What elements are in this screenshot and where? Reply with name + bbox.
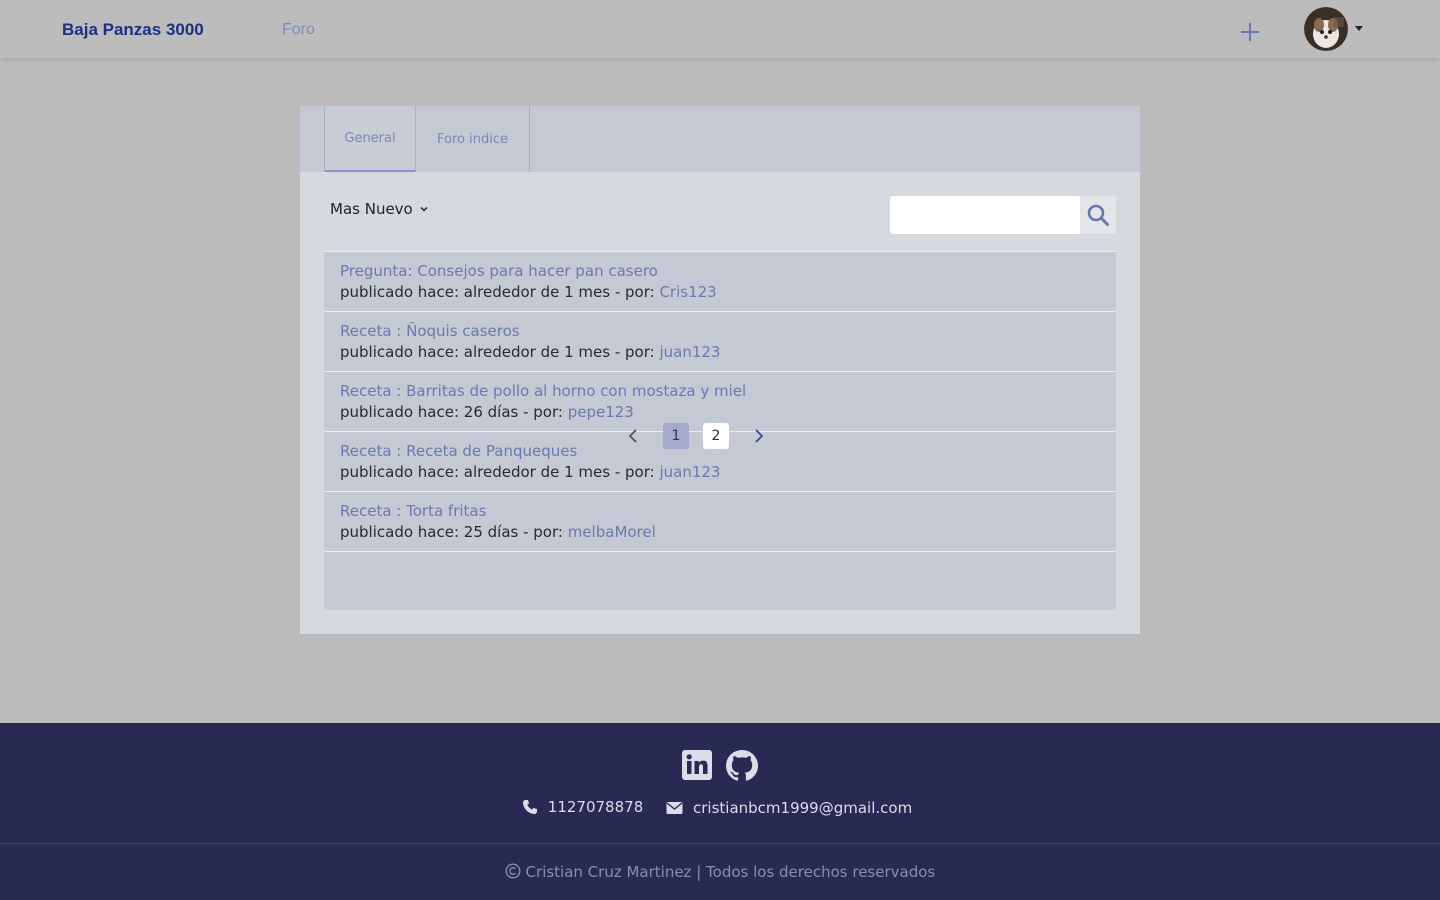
- email-address: cristianbcm1999@gmail.com: [693, 799, 913, 817]
- footer-divider: [0, 843, 1440, 844]
- post-title[interactable]: Receta : Torta fritas: [340, 502, 486, 520]
- footer: 1127078878 cristianbcm1999@gmail.com Cri…: [0, 723, 1440, 900]
- pagination-page-2[interactable]: 2: [703, 423, 729, 449]
- plus-icon: [1241, 23, 1259, 41]
- post-meta: publicado hace: 25 días - por: melbaMore…: [340, 523, 656, 541]
- envelope-icon: [666, 802, 683, 814]
- post-meta-text: publicado hace: alrededor de 1 mes - por…: [340, 463, 660, 481]
- search-button[interactable]: [1080, 196, 1116, 234]
- social-links: [681, 749, 759, 781]
- chevron-down-icon: [420, 206, 428, 212]
- phone-contact[interactable]: 1127078878: [522, 798, 649, 816]
- post-meta: publicado hace: 26 días - por: pepe123: [340, 403, 634, 421]
- list-divider: [324, 551, 1116, 552]
- sort-dropdown[interactable]: Mas Nuevo: [330, 200, 429, 218]
- list-item[interactable]: Receta : Barritas de pollo al horno con …: [324, 371, 1116, 431]
- chevron-left-icon: [628, 429, 637, 443]
- phone-icon: [522, 800, 537, 814]
- tab-general[interactable]: General: [324, 106, 416, 172]
- pagination-next-button[interactable]: [752, 425, 766, 447]
- post-meta: publicado hace: alrededor de 1 mes - por…: [340, 343, 720, 361]
- post-author[interactable]: juan123: [659, 463, 720, 481]
- search-input[interactable]: [890, 196, 1080, 234]
- contact-info: 1127078878 cristianbcm1999@gmail.com: [0, 798, 1440, 819]
- sort-label: Mas Nuevo: [330, 200, 413, 218]
- post-meta: publicado hace: alrededor de 1 mes - por…: [340, 463, 720, 481]
- tab-foro-indice[interactable]: Foro indice: [416, 106, 530, 172]
- list-item[interactable]: Pregunta: Consejos para hacer pan casero…: [324, 251, 1116, 311]
- github-icon[interactable]: [725, 749, 759, 781]
- post-meta-text: publicado hace: 26 días - por:: [340, 403, 568, 421]
- phone-number: 1127078878: [547, 798, 644, 816]
- linkedin-icon[interactable]: [681, 749, 713, 781]
- copyright-text: Cristian Cruz Martinez | Todos los derec…: [0, 863, 1440, 881]
- nav-link-foro[interactable]: Foro: [282, 21, 315, 39]
- post-author[interactable]: pepe123: [568, 403, 634, 421]
- user-avatar-icon: [1304, 7, 1348, 51]
- chevron-right-icon: [755, 429, 764, 443]
- copyright-label: Cristian Cruz Martinez | Todos los derec…: [525, 863, 936, 881]
- brand-logo[interactable]: Baja Panzas 3000: [62, 20, 204, 40]
- post-title[interactable]: Receta : Barritas de pollo al horno con …: [340, 382, 746, 400]
- post-meta-text: publicado hace: alrededor de 1 mes - por…: [340, 343, 660, 361]
- forum-card: General Foro indice Mas Nuevo Pregunta: …: [300, 106, 1140, 634]
- post-meta-text: publicado hace: alrededor de 1 mes - por…: [340, 283, 660, 301]
- email-contact[interactable]: cristianbcm1999@gmail.com: [666, 799, 918, 817]
- post-meta: publicado hace: alrededor de 1 mes - por…: [340, 283, 717, 301]
- post-author[interactable]: Cris123: [659, 283, 716, 301]
- top-navbar: Baja Panzas 3000 Foro: [0, 0, 1440, 58]
- post-author[interactable]: juan123: [659, 343, 720, 361]
- post-title[interactable]: Receta : Receta de Panqueques: [340, 442, 577, 460]
- post-title[interactable]: Pregunta: Consejos para hacer pan casero: [340, 262, 658, 280]
- tab-bar: General Foro indice: [300, 106, 1140, 172]
- pagination-prev-button[interactable]: [626, 425, 640, 447]
- add-post-button[interactable]: [1236, 18, 1264, 46]
- list-item[interactable]: Receta : Torta fritas publicado hace: 25…: [324, 491, 1116, 551]
- pagination-page-1[interactable]: 1: [663, 423, 689, 449]
- caret-down-icon[interactable]: [1355, 26, 1363, 31]
- post-author[interactable]: melbaMorel: [568, 523, 656, 541]
- search-icon: [1087, 204, 1109, 226]
- post-meta-text: publicado hace: 25 días - por:: [340, 523, 568, 541]
- post-title[interactable]: Receta : Ñoquis caseros: [340, 322, 520, 340]
- avatar[interactable]: [1304, 7, 1348, 51]
- copyright-icon: [505, 863, 521, 879]
- list-item[interactable]: Receta : Ñoquis caseros publicado hace: …: [324, 311, 1116, 371]
